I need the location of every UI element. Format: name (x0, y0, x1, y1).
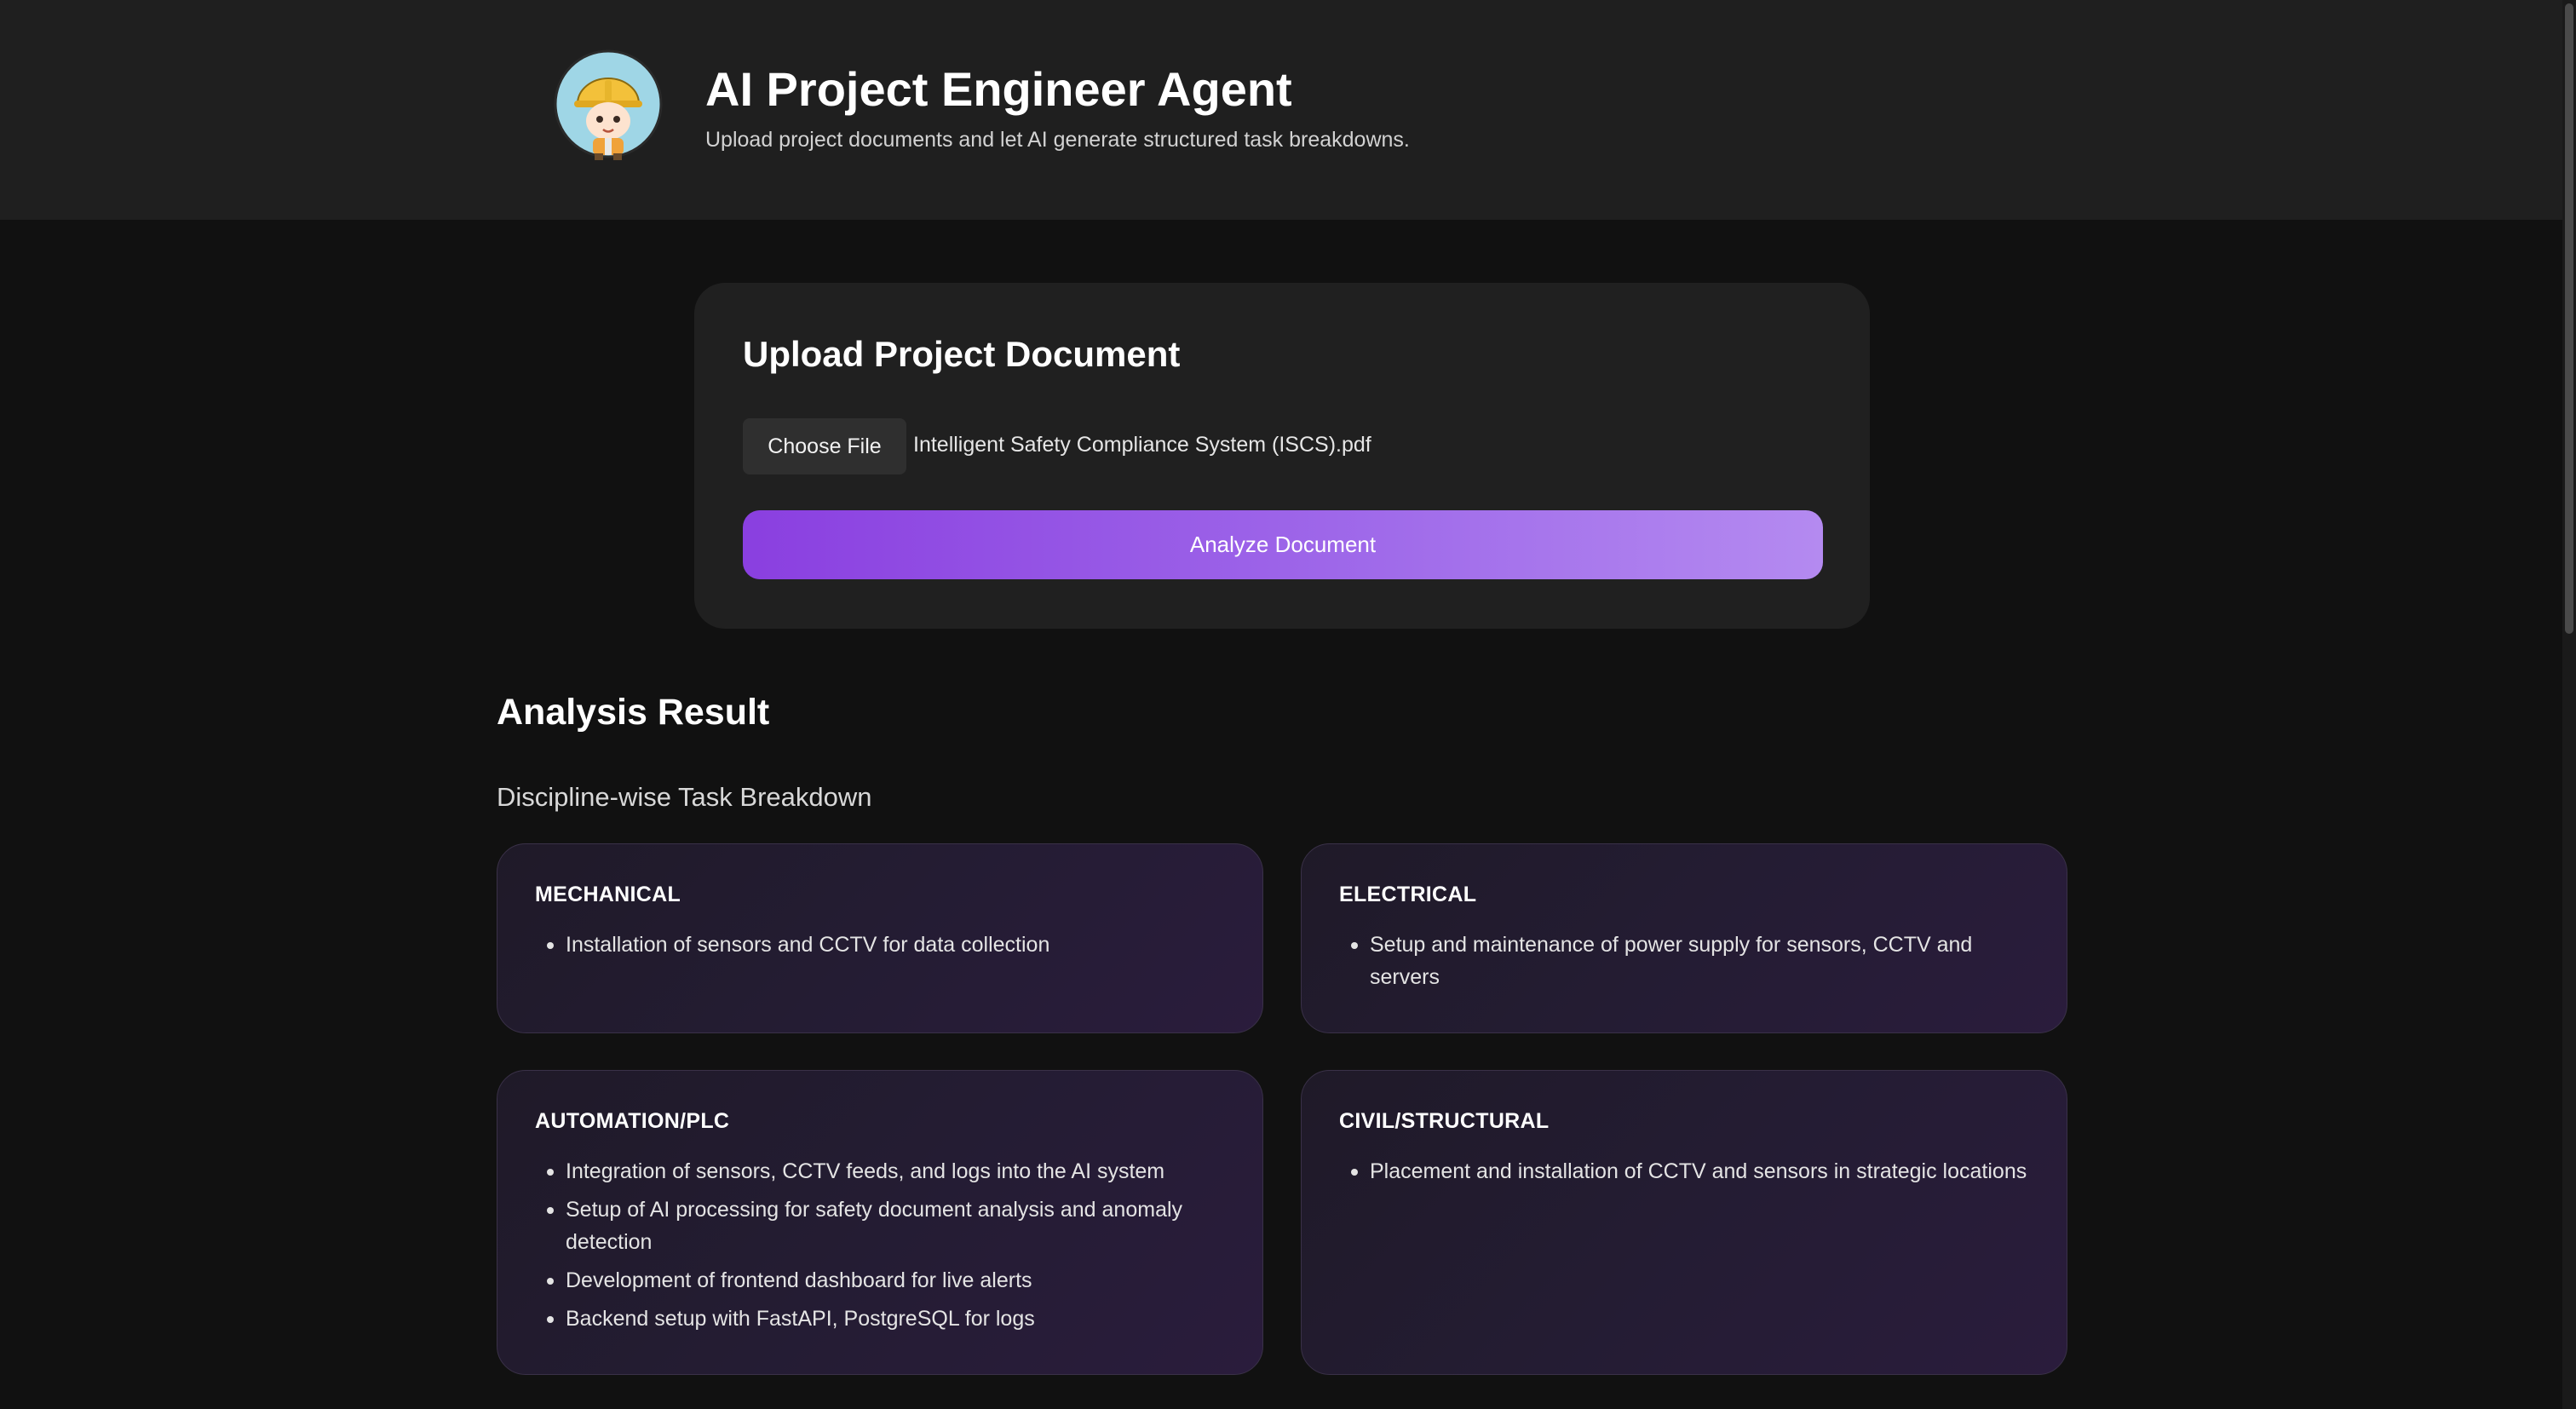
analysis-result-title: Analysis Result (497, 692, 770, 733)
task-list: Setup and maintenance of power supply fo… (1339, 929, 2029, 993)
task-item: Integration of sensors, CCTV feeds, and … (535, 1155, 1225, 1188)
task-item: Backend setup with FastAPI, PostgreSQL f… (535, 1303, 1225, 1335)
scrollbar-thumb[interactable] (2565, 3, 2573, 634)
task-list: Placement and installation of CCTV and s… (1339, 1155, 2029, 1188)
page: AI Project Engineer Agent Upload project… (0, 0, 2576, 1409)
app-subtitle: Upload project documents and let AI gene… (705, 128, 1410, 152)
choose-file-button[interactable]: Choose File (743, 418, 906, 474)
analyze-document-button[interactable]: Analyze Document (743, 510, 1823, 579)
page-scrollbar[interactable] (2562, 0, 2576, 1409)
selected-file-name: Intelligent Safety Compliance System (IS… (913, 433, 1371, 457)
task-item: Setup and maintenance of power supply fo… (1339, 929, 2029, 993)
task-list: Installation of sensors and CCTV for dat… (535, 929, 1225, 961)
discipline-title: AUTOMATION/PLC (535, 1109, 730, 1133)
app-title: AI Project Engineer Agent (705, 62, 1292, 116)
app-header: AI Project Engineer Agent Upload project… (0, 0, 2562, 220)
discipline-title: MECHANICAL (535, 883, 681, 906)
task-list: Integration of sensors, CCTV feeds, and … (535, 1155, 1225, 1335)
construction-engineer-avatar-icon (554, 49, 663, 160)
task-breakdown-title: Discipline-wise Task Breakdown (497, 782, 872, 812)
discipline-title: CIVIL/STRUCTURAL (1339, 1109, 1550, 1133)
task-item: Placement and installation of CCTV and s… (1339, 1155, 2029, 1188)
discipline-card-automation-plc: AUTOMATION/PLC Integration of sensors, C… (497, 1070, 1263, 1375)
discipline-card-electrical: ELECTRICAL Setup and maintenance of powe… (1301, 843, 2067, 1033)
task-item: Development of frontend dashboard for li… (535, 1264, 1225, 1297)
upload-title: Upload Project Document (743, 334, 1181, 374)
discipline-title: ELECTRICAL (1339, 883, 1477, 906)
upload-card: Upload Project Document Choose File Inte… (694, 283, 1870, 629)
discipline-card-civil-structural: CIVIL/STRUCTURAL Placement and installat… (1301, 1070, 2067, 1375)
task-item: Installation of sensors and CCTV for dat… (535, 929, 1225, 961)
task-item: Setup of AI processing for safety docume… (535, 1193, 1225, 1258)
discipline-card-mechanical: MECHANICAL Installation of sensors and C… (497, 843, 1263, 1033)
